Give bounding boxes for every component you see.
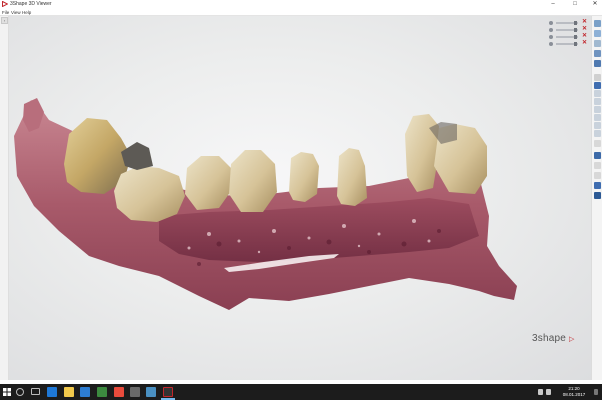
title-bar[interactable]: 3Shape 3D Viewer – □ ✕ (0, 0, 602, 9)
app-icon[interactable] (114, 387, 124, 397)
opacity-slider[interactable] (556, 21, 578, 25)
slider-knob[interactable] (574, 28, 577, 32)
tooth-molar-2 (114, 166, 185, 222)
panel-toggle-tab[interactable]: ‹ (1, 17, 8, 24)
section-tool-icon[interactable] (594, 50, 601, 57)
menu-view[interactable]: View (11, 9, 21, 16)
layer-close-icon[interactable]: ✕ (582, 33, 587, 40)
opacity-slider[interactable] (556, 28, 578, 32)
app-icon[interactable] (130, 387, 140, 397)
opacity-slider[interactable] (556, 42, 578, 46)
slider-knob[interactable] (574, 42, 577, 46)
tray-date[interactable]: 08.01.2017 (557, 392, 591, 397)
measure-tool-icon[interactable] (594, 40, 601, 47)
brand-text: 3shape (532, 333, 567, 344)
tooth-stump-2 (337, 148, 367, 206)
annotation-tool-icon[interactable] (594, 140, 601, 147)
app-logo-icon (2, 1, 8, 7)
view-top-icon[interactable] (594, 82, 601, 89)
layer-close-icon[interactable]: ✕ (582, 19, 587, 26)
chrome-icon[interactable] (97, 387, 107, 397)
view-left-icon[interactable] (594, 98, 601, 105)
notification-icon[interactable] (594, 389, 598, 395)
menu-help[interactable]: Help (22, 9, 31, 16)
close-button[interactable]: ✕ (588, 0, 602, 9)
brand-mark-icon: ▷ (569, 336, 575, 343)
3d-viewport[interactable] (9, 16, 591, 380)
eye-icon[interactable] (549, 42, 553, 46)
store-icon[interactable] (80, 387, 90, 397)
app-icon[interactable] (146, 387, 156, 397)
maximize-button[interactable]: □ (568, 0, 582, 9)
search-icon[interactable] (16, 388, 24, 396)
slider-knob[interactable] (574, 21, 577, 25)
settings-tool-icon[interactable] (594, 172, 601, 179)
menu-file[interactable]: File (2, 9, 9, 16)
color-tool-icon[interactable] (594, 60, 601, 67)
brand-watermark: 3shape ▷ (532, 333, 575, 344)
layer-controls: ✕ ✕ ✕ ✕ (548, 19, 590, 48)
task-view-icon[interactable] (31, 388, 40, 395)
layer-close-icon[interactable]: ✕ (582, 26, 587, 33)
menu-bar: File View Help (0, 9, 602, 16)
view-reset-icon[interactable] (594, 130, 601, 137)
minimize-button[interactable]: – (546, 0, 560, 9)
edge-icon[interactable] (47, 387, 57, 397)
left-side-panel (0, 16, 9, 380)
layer-close-icon[interactable]: ✕ (582, 40, 587, 47)
layer-row: ✕ (548, 40, 590, 47)
eye-icon[interactable] (549, 28, 553, 32)
taskbar: 21:20 08.01.2017 (0, 384, 602, 400)
file-explorer-icon[interactable] (64, 387, 74, 397)
snapshot-tool-icon[interactable] (594, 152, 601, 159)
transparency-tool-icon[interactable] (594, 182, 601, 189)
slider-knob[interactable] (574, 35, 577, 39)
view-front-icon[interactable] (594, 74, 601, 81)
dental-scan-model[interactable] (9, 16, 591, 380)
view-right-icon[interactable] (594, 106, 601, 113)
view-iso-icon[interactable] (594, 122, 601, 129)
pan-tool-icon[interactable] (594, 20, 601, 27)
right-toolbar (591, 16, 602, 380)
tray-time[interactable]: 21:20 (557, 386, 591, 391)
opacity-slider[interactable] (556, 35, 578, 39)
view-back-icon[interactable] (594, 114, 601, 121)
volume-icon[interactable] (546, 389, 551, 395)
3shape-viewer-icon[interactable] (163, 387, 173, 397)
zoom-tool-icon[interactable] (594, 30, 601, 37)
tooth-stump-1 (289, 152, 319, 202)
tooth-molar-3 (121, 142, 153, 170)
app-window: 3Shape 3D Viewer – □ ✕ File View Help ‹ (0, 0, 602, 384)
window-title: 3Shape 3D Viewer (10, 1, 52, 7)
confirm-tool-icon[interactable] (594, 192, 601, 199)
view-bottom-icon[interactable] (594, 90, 601, 97)
windows-start-icon[interactable] (3, 388, 11, 396)
network-icon[interactable] (538, 389, 543, 395)
eye-icon[interactable] (549, 35, 553, 39)
eye-icon[interactable] (549, 21, 553, 25)
export-tool-icon[interactable] (594, 162, 601, 169)
